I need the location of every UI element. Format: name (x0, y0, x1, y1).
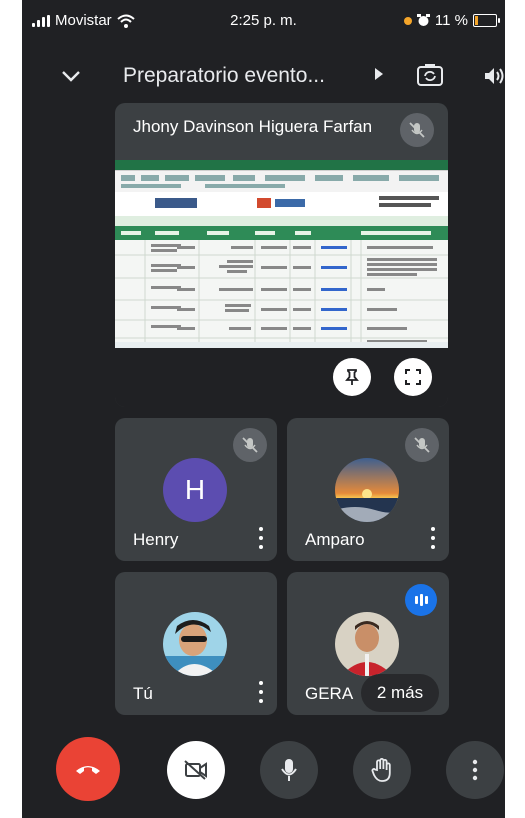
avatar-sunset-photo (335, 458, 399, 522)
more-options-button[interactable] (446, 741, 504, 799)
participant-name: Amparo (305, 530, 365, 549)
participant-tile-self[interactable]: Tú (115, 572, 277, 715)
pin-button[interactable] (333, 358, 371, 396)
avatar: H (163, 458, 227, 522)
raise-hand-icon (371, 758, 391, 782)
fullscreen-icon (405, 369, 421, 385)
raise-hand-button[interactable] (353, 741, 411, 799)
more-vert-icon[interactable] (255, 679, 267, 705)
battery-percent: 11 % (434, 12, 468, 29)
orange-dot-icon (403, 16, 412, 25)
more-options-icon (472, 759, 478, 781)
avatar-gera-photo (335, 612, 399, 676)
status-right: 11 % (403, 12, 500, 29)
camera-toggle-button[interactable] (167, 741, 225, 799)
presentation-tile[interactable]: Jhony Davinson Higuera Farfan (115, 103, 448, 407)
more-vert-icon[interactable] (255, 525, 267, 551)
alarm-icon (416, 14, 430, 26)
participant-name: Tú (133, 684, 153, 703)
shared-spreadsheet-image (115, 160, 448, 348)
shared-screen (115, 160, 448, 348)
end-call-button[interactable] (56, 737, 120, 801)
battery-icon (473, 14, 500, 27)
participant-tile-amparo[interactable]: Amparo (287, 418, 449, 561)
play-icon[interactable] (375, 68, 383, 80)
mic-off-icon (400, 113, 434, 147)
status-bar: Movistar 2:25 p. m. 11 % (22, 0, 505, 44)
end-call-icon (76, 766, 100, 774)
meet-screen: Movistar 2:25 p. m. 11 % Preparatorio ev… (22, 0, 505, 818)
mic-off-icon (405, 428, 439, 462)
more-participants-chip[interactable]: 2 más (361, 674, 439, 712)
avatar-self-photo (163, 612, 227, 676)
meeting-title[interactable]: Preparatorio evento... (123, 64, 325, 88)
microphone-icon (281, 759, 297, 781)
switch-camera-icon[interactable] (416, 62, 444, 88)
pin-icon (345, 369, 359, 385)
presenter-name: Jhony Davinson Higuera Farfan (133, 117, 373, 136)
speaker-icon[interactable] (482, 64, 505, 88)
microphone-button[interactable] (260, 741, 318, 799)
fullscreen-button[interactable] (394, 358, 432, 396)
more-vert-icon[interactable] (427, 525, 439, 551)
meeting-header: Preparatorio evento... (22, 52, 505, 102)
speaking-indicator-icon (405, 584, 437, 616)
participant-name: GERA (305, 684, 354, 703)
chevron-down-icon[interactable] (56, 64, 86, 88)
participant-name: Henry (133, 530, 179, 549)
camera-off-icon (184, 760, 207, 780)
mic-off-icon (233, 428, 267, 462)
participant-tile-henry[interactable]: H Henry (115, 418, 277, 561)
presentation-footer (115, 348, 448, 407)
